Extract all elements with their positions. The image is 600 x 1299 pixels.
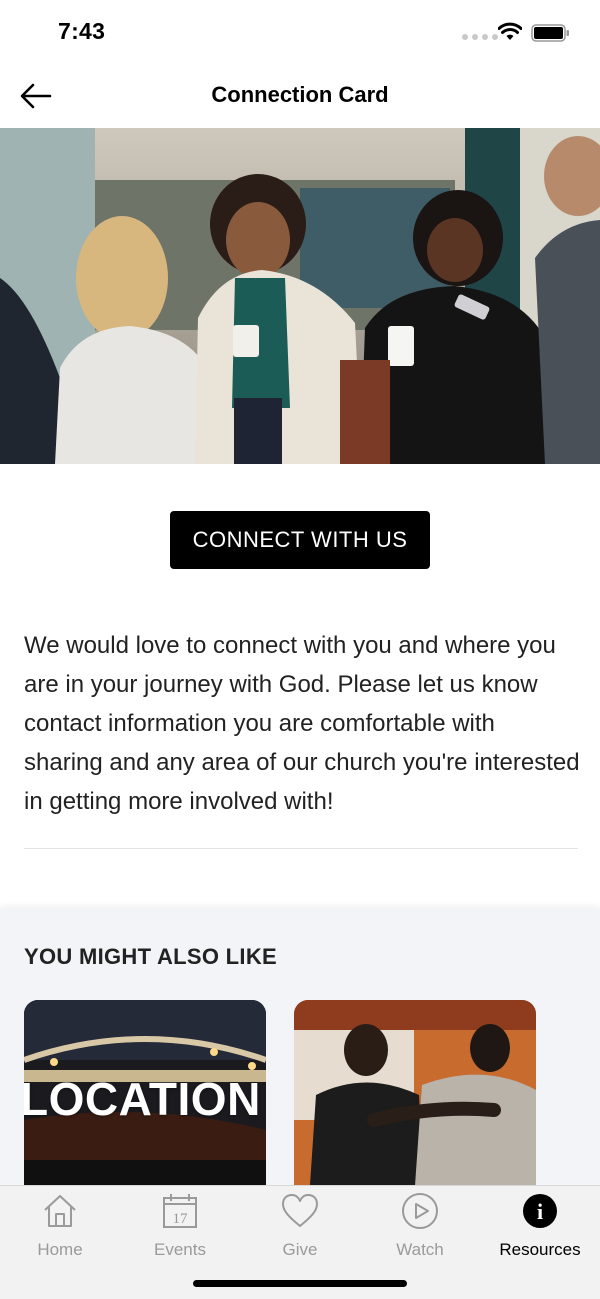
status-time: 7:43 bbox=[58, 18, 106, 44]
calendar-icon: 17 bbox=[163, 1194, 197, 1228]
related-heading: YOU MIGHT ALSO LIKE bbox=[24, 944, 277, 969]
play-icon bbox=[402, 1193, 438, 1229]
calendar-day-number: 17 bbox=[173, 1211, 189, 1227]
tab-bar: Home 17 Events Give Watch i Resources bbox=[0, 1185, 600, 1299]
divider bbox=[24, 848, 578, 849]
connect-with-us-button[interactable]: CONNECT WITH US bbox=[170, 511, 430, 569]
related-card-location[interactable]: LOCATION bbox=[24, 1000, 266, 1200]
battery-icon bbox=[531, 24, 569, 42]
tab-give[interactable]: Give bbox=[240, 1186, 360, 1266]
community-card-image bbox=[294, 1000, 536, 1200]
card-overlay-text: LOCATION bbox=[24, 1073, 261, 1125]
tab-resources[interactable]: i Resources bbox=[480, 1186, 600, 1266]
info-icon: i bbox=[523, 1194, 557, 1228]
home-icon bbox=[44, 1195, 76, 1227]
related-section: YOU MIGHT ALSO LIKE LOCATION bbox=[0, 908, 600, 1208]
related-card-community[interactable] bbox=[294, 1000, 536, 1200]
tab-watch[interactable]: Watch bbox=[360, 1186, 480, 1266]
tab-events[interactable]: 17 Events bbox=[120, 1186, 240, 1266]
tab-give-label: Give bbox=[282, 1240, 318, 1259]
tab-home-label: Home bbox=[37, 1240, 83, 1259]
tab-events-label: Events bbox=[154, 1240, 206, 1259]
tab-resources-label: Resources bbox=[499, 1240, 581, 1259]
info-glyph: i bbox=[537, 1199, 543, 1224]
tab-home[interactable]: Home bbox=[0, 1186, 120, 1266]
home-indicator[interactable] bbox=[193, 1280, 407, 1287]
description-text: We would love to connect with you and wh… bbox=[24, 632, 580, 815]
status-bar: 7:43 bbox=[0, 0, 600, 64]
wifi-icon bbox=[498, 22, 522, 40]
heart-icon bbox=[282, 1194, 318, 1227]
hero-image bbox=[0, 128, 600, 464]
navigation-header: Connection Card bbox=[0, 64, 600, 128]
page-title: Connection Card bbox=[211, 82, 389, 107]
tab-watch-label: Watch bbox=[396, 1240, 444, 1259]
cellular-signal-icon bbox=[462, 34, 498, 40]
